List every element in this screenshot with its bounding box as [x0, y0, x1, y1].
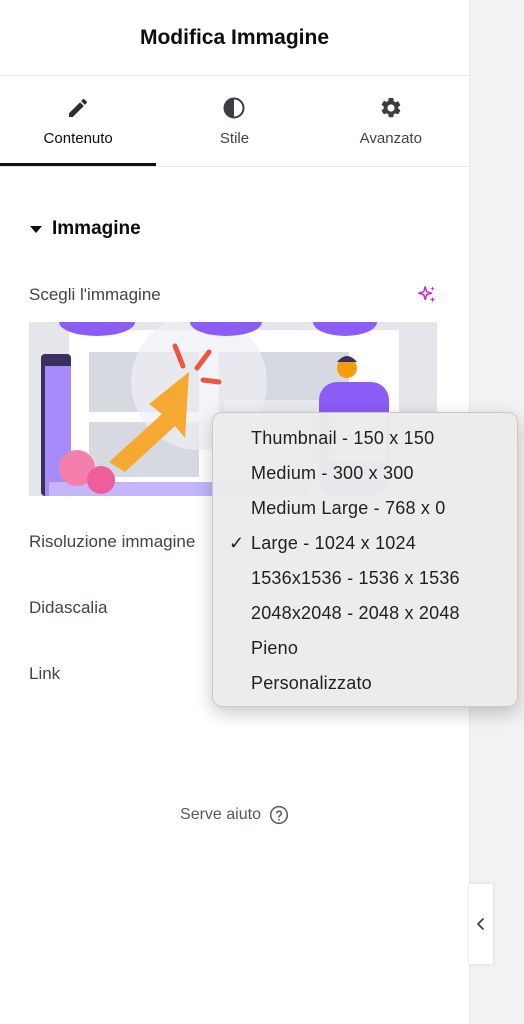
option-2048[interactable]: 2048x2048 - 2048 x 2048 — [213, 596, 517, 631]
option-medium-large[interactable]: Medium Large - 768 x 0 — [213, 491, 517, 526]
help-link[interactable]: Serve aiuto — [0, 805, 469, 825]
tab-label: Stile — [219, 130, 250, 147]
collapse-panel-button[interactable] — [469, 884, 493, 964]
panel-title: Modifica Immagine — [139, 25, 330, 49]
tab-style[interactable]: Stile — [156, 76, 312, 166]
question-circle-icon — [269, 805, 289, 825]
option-medium[interactable]: Medium - 300 x 300 — [213, 456, 517, 491]
option-label: 1536x1536 - 1536 x 1536 — [251, 568, 460, 588]
link-label: Link — [29, 664, 61, 683]
caption-label: Didascalia — [29, 598, 108, 617]
section-title: Immagine — [52, 218, 141, 239]
choose-image-label: Scegli l'immagine — [29, 285, 161, 304]
tab-advanced[interactable]: Avanzato — [313, 76, 469, 166]
option-full[interactable]: Pieno — [213, 631, 517, 666]
option-label: Pieno — [251, 638, 299, 658]
tab-label: Avanzato — [359, 130, 422, 147]
panel-header: Modifica Immagine — [0, 0, 469, 76]
panel-tabs: Contenuto Stile Avanzato — [0, 76, 469, 167]
option-label: Large - 1024 x 1024 — [251, 533, 416, 553]
section-toggle-image[interactable]: Immagine — [30, 218, 141, 240]
option-1536[interactable]: 1536x1536 - 1536 x 1536 — [213, 561, 517, 596]
option-label: Personalizzato — [251, 673, 372, 693]
checkmark-icon: ✓ — [229, 533, 245, 553]
help-label: Serve aiuto — [180, 806, 261, 823]
option-large-selected[interactable]: ✓ Large - 1024 x 1024 — [213, 526, 517, 561]
option-custom[interactable]: Personalizzato — [213, 666, 517, 701]
resolution-label: Risoluzione immagine — [29, 532, 196, 551]
pencil-icon — [69, 98, 88, 117]
option-label: Medium - 300 x 300 — [251, 463, 414, 483]
ai-sparkle-icon[interactable] — [416, 284, 438, 306]
chevron-left-icon — [477, 918, 484, 930]
tab-content[interactable]: Contenuto — [0, 76, 157, 166]
resolution-dropdown-menu[interactable]: Thumbnail - 150 x 150 Medium - 300 x 300… — [212, 412, 518, 707]
gear-icon — [381, 97, 401, 118]
contrast-icon — [223, 97, 245, 119]
option-label: Thumbnail - 150 x 150 — [251, 428, 435, 448]
option-label: Medium Large - 768 x 0 — [251, 498, 446, 518]
tab-label: Contenuto — [43, 130, 113, 147]
option-thumbnail[interactable]: Thumbnail - 150 x 150 — [213, 421, 517, 456]
caret-down-icon — [30, 225, 42, 233]
option-label: 2048x2048 - 2048 x 2048 — [251, 603, 460, 623]
